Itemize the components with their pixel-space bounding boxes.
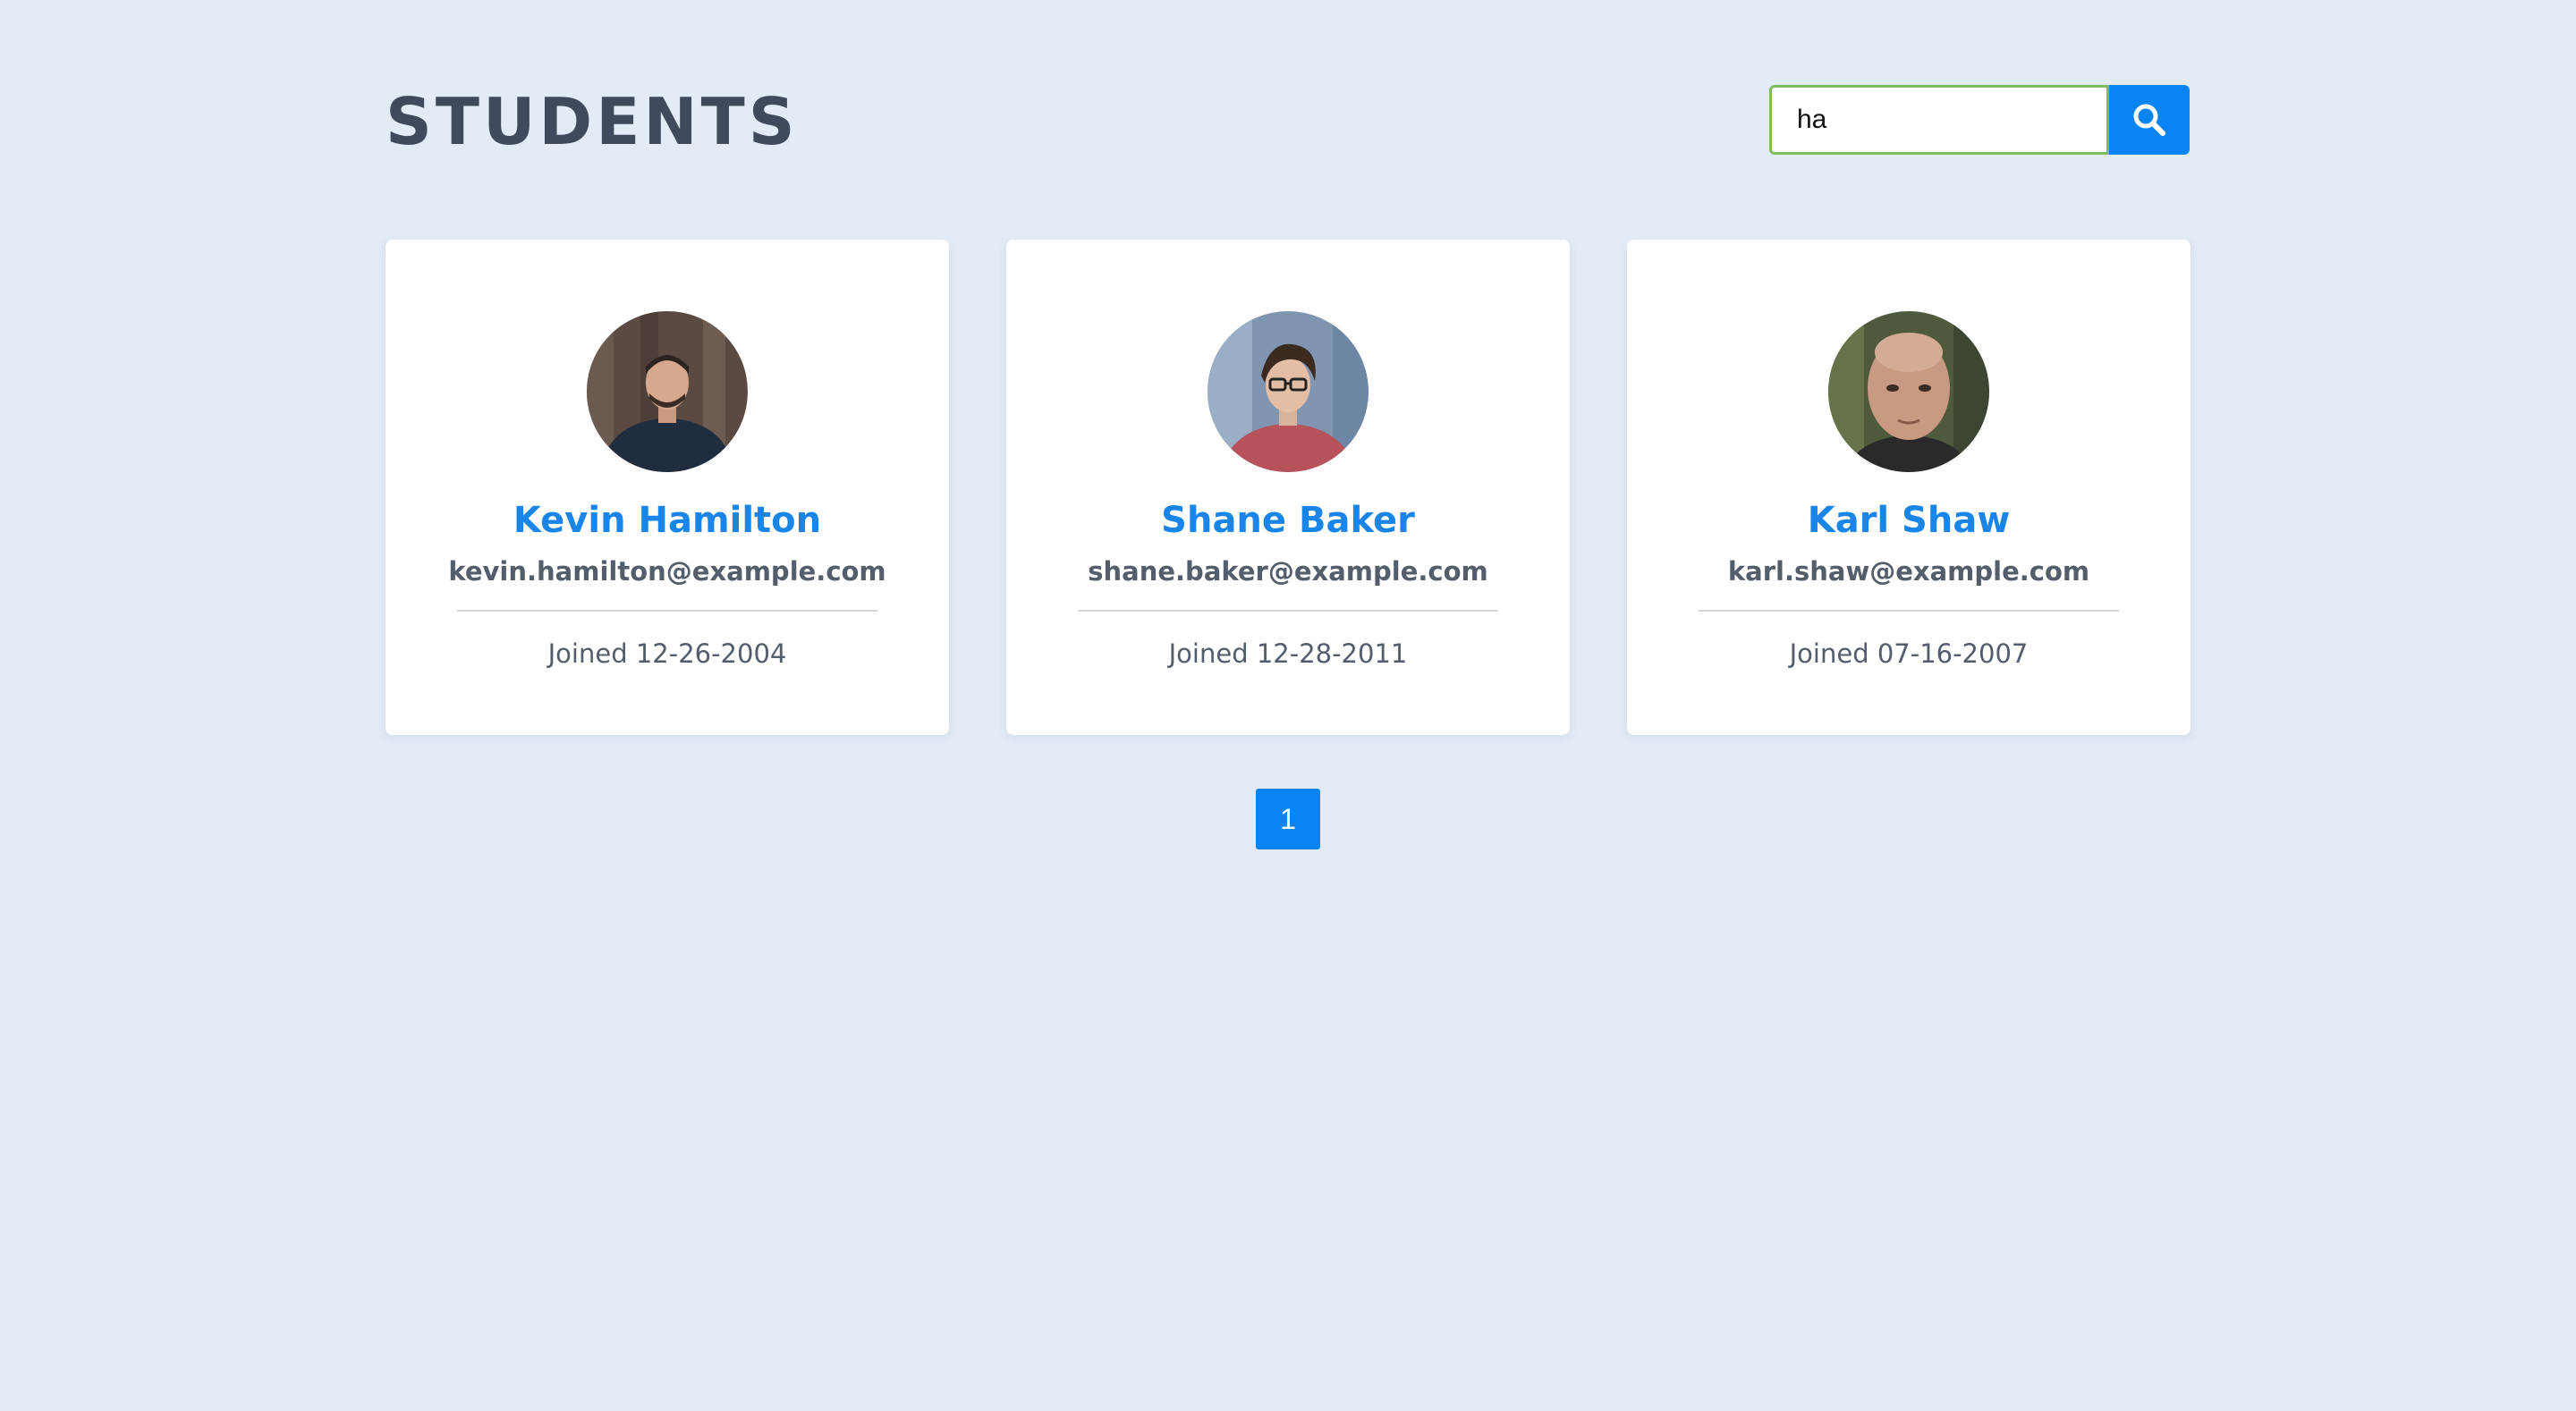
student-name[interactable]: Karl Shaw [1808,497,2011,544]
student-name[interactable]: Shane Baker [1161,497,1415,544]
joined-date: Joined 12-28-2011 [1168,638,1408,669]
joined-date: Joined 12-26-2004 [547,638,787,669]
page-title: STUDENTS [386,84,799,159]
student-card: Shane Baker shane.baker@example.com Join… [1006,240,1570,735]
search-button[interactable] [2109,85,2190,155]
joined-date: Joined 07-16-2007 [1789,638,2029,669]
search-bar [1769,85,2190,155]
avatar [587,311,748,472]
card-divider [1699,610,2119,612]
student-card: Karl Shaw karl.shaw@example.com Joined 0… [1627,240,2190,735]
student-email: kevin.hamilton@example.com [448,556,886,587]
pagination: 1 [1256,789,1320,849]
search-icon [2133,104,2165,136]
student-email: shane.baker@example.com [1088,556,1488,587]
students-page: STUDENTS Kevin Hamilton kevin [0,0,2576,1411]
student-card: Kevin Hamilton kevin.hamilton@example.co… [386,240,949,735]
search-input[interactable] [1769,85,2109,155]
student-name[interactable]: Kevin Hamilton [513,497,821,544]
card-divider [457,610,877,612]
student-email: karl.shaw@example.com [1727,556,2090,587]
card-divider [1078,610,1498,612]
avatar [1828,311,1989,472]
student-card-list: Kevin Hamilton kevin.hamilton@example.co… [386,240,2190,735]
avatar [1208,311,1368,472]
page-button-1[interactable]: 1 [1256,789,1320,849]
